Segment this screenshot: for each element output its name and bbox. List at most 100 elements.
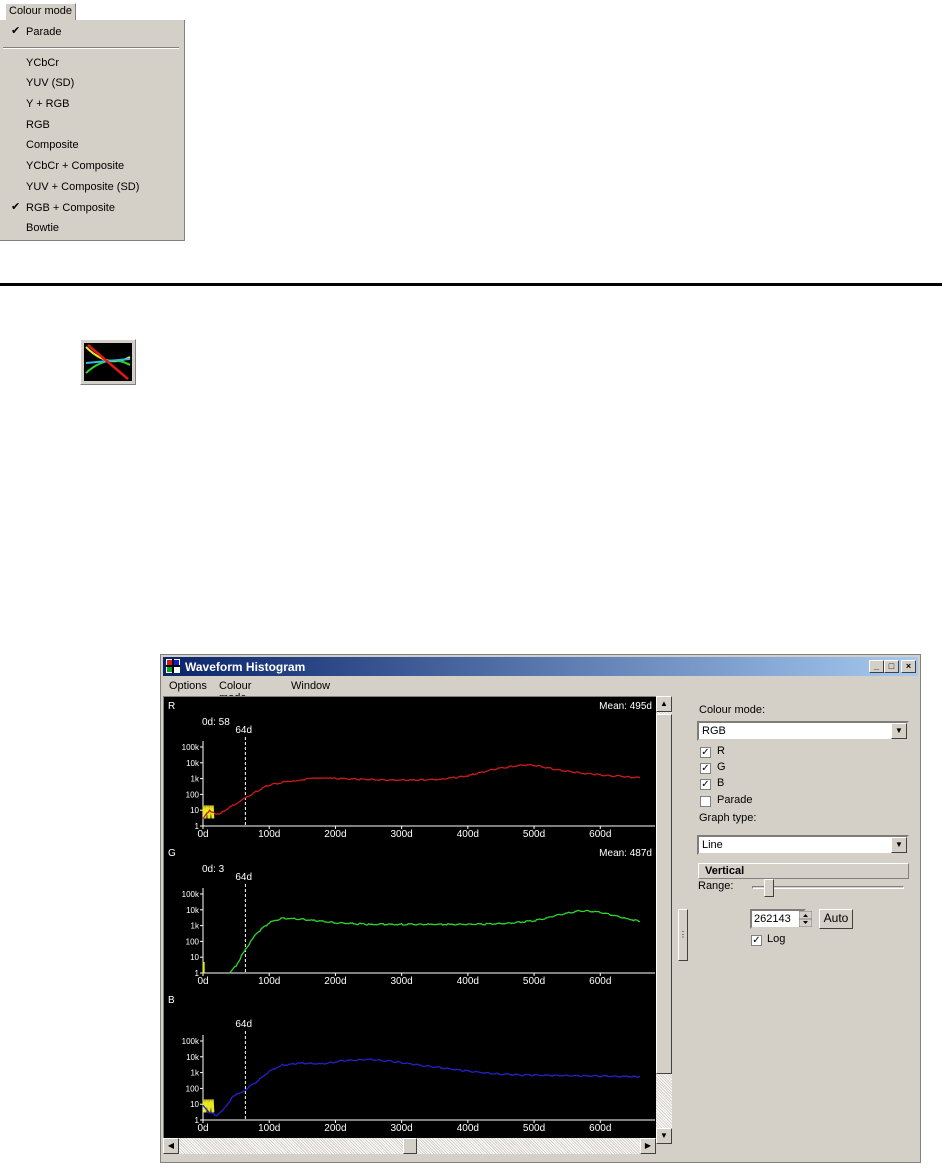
zero-count-label: 0d: 58 bbox=[202, 717, 230, 728]
x-tick-label: 500d bbox=[523, 829, 545, 840]
y-tick-label: 100k bbox=[182, 743, 200, 752]
auto-button[interactable]: Auto bbox=[819, 909, 853, 929]
y-tick-label: 10 bbox=[190, 806, 199, 815]
range-value-input[interactable]: 262143 bbox=[750, 909, 806, 929]
scroll-up-icon[interactable]: ▲ bbox=[656, 696, 672, 712]
waveform-histogram-icon[interactable] bbox=[80, 339, 136, 385]
x-tick-label: 400d bbox=[457, 829, 479, 840]
range-spinner[interactable] bbox=[798, 910, 813, 928]
chevron-down-icon[interactable]: ▼ bbox=[891, 837, 907, 853]
scroll-left-icon[interactable]: ◀ bbox=[163, 1138, 179, 1154]
scroll-right-icon[interactable]: ▶ bbox=[640, 1138, 656, 1154]
menu-window[interactable]: Window bbox=[291, 680, 330, 692]
vertical-section-header[interactable]: Vertical bbox=[698, 863, 909, 879]
marker-label: 64d bbox=[235, 872, 252, 883]
x-tick-label: 400d bbox=[457, 1123, 479, 1134]
panel-title: R bbox=[168, 701, 175, 712]
series-line-r bbox=[202, 763, 641, 819]
y-tick-label: 1k bbox=[191, 1069, 200, 1078]
checkbox-parade[interactable] bbox=[700, 796, 711, 807]
section-divider bbox=[0, 283, 942, 286]
colour-mode-label: Colour mode: bbox=[699, 704, 766, 716]
x-tick-label: 0d bbox=[197, 1123, 208, 1134]
range-slider[interactable] bbox=[752, 886, 904, 889]
y-tick-label: 10k bbox=[186, 1053, 200, 1062]
x-tick-label: 600d bbox=[589, 1123, 611, 1134]
checkbox-b[interactable]: ✓ bbox=[700, 779, 711, 790]
series-line-g bbox=[229, 909, 641, 974]
waveform-histogram-window: Waveform Histogram _ □ × Options Colour … bbox=[160, 654, 921, 1163]
menu-options[interactable]: Options bbox=[169, 680, 207, 692]
graph-type-select[interactable]: Line ▼ bbox=[697, 835, 909, 855]
colour-mode-item[interactable]: Composite bbox=[0, 135, 184, 155]
marker-label: 64d bbox=[235, 1019, 252, 1030]
x-tick-label: 200d bbox=[324, 976, 346, 987]
checkbox-g[interactable]: ✓ bbox=[700, 763, 711, 774]
minimize-button[interactable]: _ bbox=[869, 660, 884, 673]
x-tick-label: 200d bbox=[324, 829, 346, 840]
colour-mode-item[interactable]: YUV + Composite (SD) bbox=[0, 177, 184, 197]
colour-mode-value: RGB bbox=[702, 725, 726, 737]
x-tick-label: 0d bbox=[197, 976, 208, 987]
colour-mode-item[interactable]: RGB bbox=[0, 115, 184, 135]
colour-mode-item[interactable]: YCbCr + Composite bbox=[0, 156, 184, 176]
app-icon bbox=[166, 659, 180, 673]
colour-mode-select[interactable]: RGB ▼ bbox=[697, 721, 909, 741]
panel-title: G bbox=[168, 848, 176, 859]
series-line-b bbox=[202, 1058, 641, 1117]
colour-mode-item-label: YUV (SD) bbox=[26, 77, 75, 89]
maximize-button[interactable]: □ bbox=[884, 660, 899, 673]
graph-type-label: Graph type: bbox=[699, 812, 757, 824]
scroll-down-icon[interactable]: ▼ bbox=[656, 1128, 672, 1144]
chevron-down-icon[interactable]: ▼ bbox=[891, 723, 907, 739]
vertical-scrollbar[interactable]: ▲ ▼ bbox=[656, 696, 672, 1144]
checkbox-b-label: B bbox=[717, 777, 725, 789]
range-slider-thumb[interactable] bbox=[764, 879, 774, 897]
colour-mode-menu-title[interactable]: Colour mode bbox=[5, 3, 76, 21]
panel-splitter-grip[interactable]: ⋮ bbox=[678, 909, 688, 961]
x-tick-label: 300d bbox=[391, 829, 413, 840]
colour-mode-item[interactable]: ✔ Parade bbox=[0, 22, 184, 42]
y-tick-label: 10 bbox=[190, 953, 199, 962]
colour-mode-item-label: Composite bbox=[26, 139, 79, 151]
y-tick-label: 1k bbox=[191, 922, 200, 931]
colour-mode-item[interactable]: ✔ RGB + Composite bbox=[0, 198, 184, 218]
y-tick-label: 10k bbox=[186, 906, 200, 915]
close-button[interactable]: × bbox=[901, 660, 916, 673]
window-titlebar[interactable]: Waveform Histogram _ □ × bbox=[163, 657, 918, 676]
y-tick-label: 100k bbox=[182, 890, 200, 899]
checkbox-r[interactable]: ✓ bbox=[700, 747, 711, 758]
mean-label: Mean: 487d bbox=[599, 848, 652, 859]
checkbox-r-label: R bbox=[717, 745, 725, 757]
colour-mode-item-label: RGB + Composite bbox=[26, 202, 115, 214]
x-tick-label: 400d bbox=[457, 976, 479, 987]
y-tick-label: 10k bbox=[186, 759, 200, 768]
checkbox-log[interactable]: ✓ bbox=[751, 935, 762, 946]
colour-mode-item[interactable]: YCbCr bbox=[0, 53, 184, 73]
checkmark-icon: ✔ bbox=[11, 201, 21, 213]
vertical-scroll-thumb[interactable] bbox=[656, 714, 672, 1074]
graph-type-value: Line bbox=[702, 839, 723, 851]
y-tick-label: 100 bbox=[186, 790, 200, 799]
horizontal-scroll-thumb[interactable] bbox=[403, 1138, 417, 1154]
x-tick-label: 500d bbox=[523, 976, 545, 987]
colour-mode-item-label: RGB bbox=[26, 119, 50, 131]
colour-mode-item-label: Y + RGB bbox=[26, 98, 70, 110]
x-tick-label: 0d bbox=[197, 829, 208, 840]
colour-mode-item-label: Bowtie bbox=[26, 222, 60, 234]
colour-mode-item[interactable]: YUV (SD) bbox=[0, 73, 184, 93]
x-tick-label: 600d bbox=[589, 976, 611, 987]
x-tick-label: 300d bbox=[391, 1123, 413, 1134]
colour-mode-item[interactable]: Y + RGB bbox=[0, 94, 184, 114]
horizontal-scrollbar[interactable]: ◀ ▶ bbox=[163, 1138, 656, 1154]
colour-mode-item-label: YUV + Composite (SD) bbox=[26, 181, 140, 193]
menu-separator bbox=[3, 47, 179, 49]
x-tick-label: 500d bbox=[523, 1123, 545, 1134]
x-tick-label: 100d bbox=[258, 1123, 280, 1134]
y-tick-label: 10 bbox=[190, 1100, 199, 1109]
x-tick-label: 200d bbox=[324, 1123, 346, 1134]
checkbox-log-label: Log bbox=[767, 933, 786, 945]
mean-label: Mean: 495d bbox=[599, 701, 652, 712]
checkmark-icon: ✔ bbox=[11, 25, 21, 37]
colour-mode-item[interactable]: Bowtie bbox=[0, 218, 184, 238]
